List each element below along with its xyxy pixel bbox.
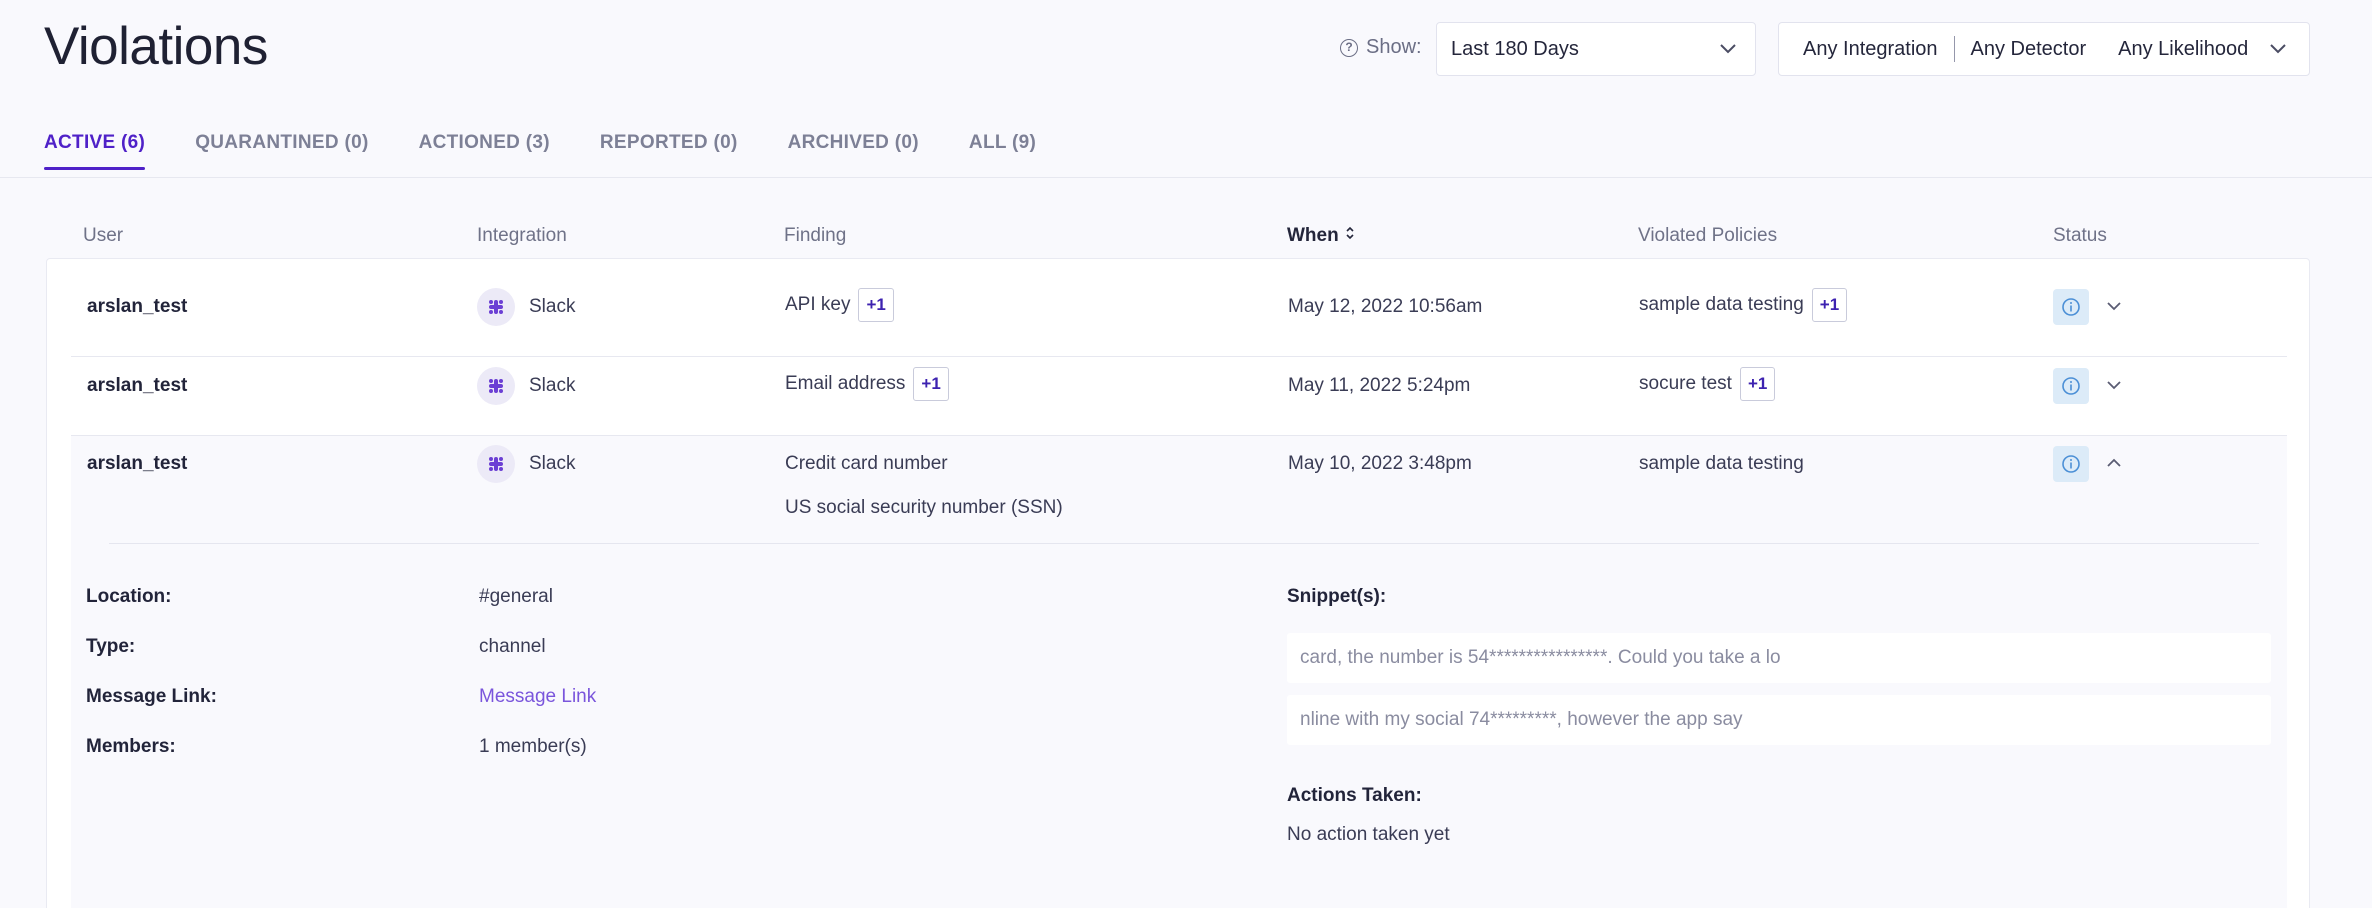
table-row-expanded[interactable]: arslan_test Slack Credit card number US …	[71, 436, 2287, 543]
tab-all[interactable]: ALL (9)	[969, 132, 1036, 170]
help-icon[interactable]: ?	[1340, 38, 1358, 57]
snippets-label: Snippet(s):	[1287, 586, 1387, 607]
row-user: arslan_test	[87, 296, 188, 317]
status-tabs: ACTIVE (6) QUARANTINED (0) ACTIONED (3) …	[44, 132, 1036, 170]
row-finding-2: US social security number (SSN)	[785, 497, 1063, 518]
chevron-down-icon[interactable]	[2269, 43, 2287, 55]
violations-page: Violations ? Show: Last 180 Days Any Int…	[0, 0, 2372, 908]
snippet-box: nline with my social 74*********, howeve…	[1287, 695, 2271, 745]
more-policies-badge[interactable]: +1	[1811, 288, 1848, 322]
actions-taken-value: No action taken yet	[1287, 824, 1450, 845]
row-finding-label: Email address	[785, 373, 906, 394]
chevron-down-icon[interactable]	[2105, 296, 2123, 318]
sort-icon[interactable]	[1345, 225, 1355, 247]
row-integration: Slack	[477, 288, 575, 326]
show-filter-label: ? Show:	[1340, 36, 1422, 59]
row-when: May 10, 2022 3:48pm	[1288, 453, 1472, 474]
row-finding: Credit card number	[785, 453, 948, 474]
column-header-when-label: When	[1287, 225, 1339, 246]
row-integration: Slack	[477, 367, 575, 405]
table-row[interactable]: arslan_test Slack API key +1 May 12, 202…	[71, 259, 2287, 356]
slack-icon	[477, 288, 515, 326]
snippet-box: card, the number is 54****************. …	[1287, 633, 2271, 683]
row-integration-label: Slack	[529, 453, 576, 474]
row-finding-label: API key	[785, 294, 851, 315]
info-icon[interactable]	[2053, 289, 2089, 325]
info-icon[interactable]	[2053, 368, 2089, 404]
detail-divider	[109, 543, 2259, 544]
type-label: Type:	[86, 636, 136, 657]
slack-icon	[477, 445, 515, 483]
tabs-divider	[0, 177, 2372, 178]
filter-detector[interactable]: Any Detector	[1955, 38, 2087, 61]
row-policy-label: socure test	[1639, 373, 1732, 394]
violations-table: arslan_test Slack API key +1 May 12, 202…	[46, 258, 2310, 908]
row-status	[2053, 368, 2123, 404]
column-header-integration: Integration	[477, 225, 567, 246]
chevron-up-icon[interactable]	[2105, 453, 2123, 475]
row-status	[2053, 289, 2123, 325]
row-policy: sample data testing	[1639, 453, 1804, 474]
actions-taken-label: Actions Taken:	[1287, 785, 1422, 806]
row-integration-label: Slack	[529, 375, 576, 396]
table-row[interactable]: arslan_test Slack Email address +1 May 1…	[71, 357, 2287, 435]
chevron-down-icon[interactable]	[2105, 375, 2123, 397]
row-integration: Slack	[477, 445, 575, 483]
location-value: #general	[479, 586, 553, 607]
column-header-status: Status	[2053, 225, 2107, 246]
tab-active[interactable]: ACTIVE (6)	[44, 132, 146, 170]
show-label-text: Show:	[1366, 36, 1422, 58]
row-status	[2053, 446, 2123, 482]
column-header-user: User	[83, 225, 124, 246]
row-finding: Email address +1	[785, 367, 949, 401]
members-value: 1 member(s)	[479, 736, 587, 757]
members-label: Members:	[86, 736, 176, 757]
slack-icon	[477, 367, 515, 405]
row-user: arslan_test	[87, 375, 188, 396]
message-link[interactable]: Message Link	[479, 686, 596, 708]
column-header-when[interactable]: When	[1287, 225, 1355, 247]
row-policies: sample data testing +1	[1639, 288, 1848, 322]
location-label: Location:	[86, 586, 172, 607]
tab-archived[interactable]: ARCHIVED (0)	[788, 132, 919, 170]
row-finding: API key +1	[785, 288, 894, 322]
row-user: arslan_test	[87, 453, 188, 474]
column-header-finding: Finding	[784, 225, 847, 246]
more-findings-badge[interactable]: +1	[858, 288, 894, 322]
tab-reported[interactable]: REPORTED (0)	[600, 132, 738, 170]
info-icon[interactable]	[2053, 446, 2089, 482]
row-policy-label: sample data testing	[1639, 294, 1804, 315]
filter-integration[interactable]: Any Integration	[1803, 36, 1955, 62]
tab-actioned[interactable]: ACTIONED (3)	[419, 132, 550, 170]
row-integration-label: Slack	[529, 296, 576, 317]
row-when: May 12, 2022 10:56am	[1288, 296, 1483, 317]
chevron-down-icon	[1719, 43, 1737, 55]
type-value: channel	[479, 636, 546, 657]
tab-quarantined[interactable]: QUARANTINED (0)	[195, 132, 368, 170]
message-link-label: Message Link:	[86, 686, 217, 707]
column-header-violated-policies: Violated Policies	[1638, 225, 1778, 246]
row-when: May 11, 2022 5:24pm	[1288, 375, 1471, 396]
integration-detector-likelihood-filter[interactable]: Any Integration Any Detector Any Likelih…	[1778, 22, 2310, 76]
page-title: Violations	[44, 17, 268, 76]
row-policies: socure test +1	[1639, 367, 1776, 401]
date-range-value: Last 180 Days	[1451, 37, 1579, 60]
more-policies-badge[interactable]: +1	[1739, 367, 1776, 401]
date-range-select[interactable]: Last 180 Days	[1436, 22, 1756, 76]
more-findings-badge[interactable]: +1	[913, 367, 949, 401]
filter-likelihood[interactable]: Any Likelihood	[2118, 38, 2248, 61]
